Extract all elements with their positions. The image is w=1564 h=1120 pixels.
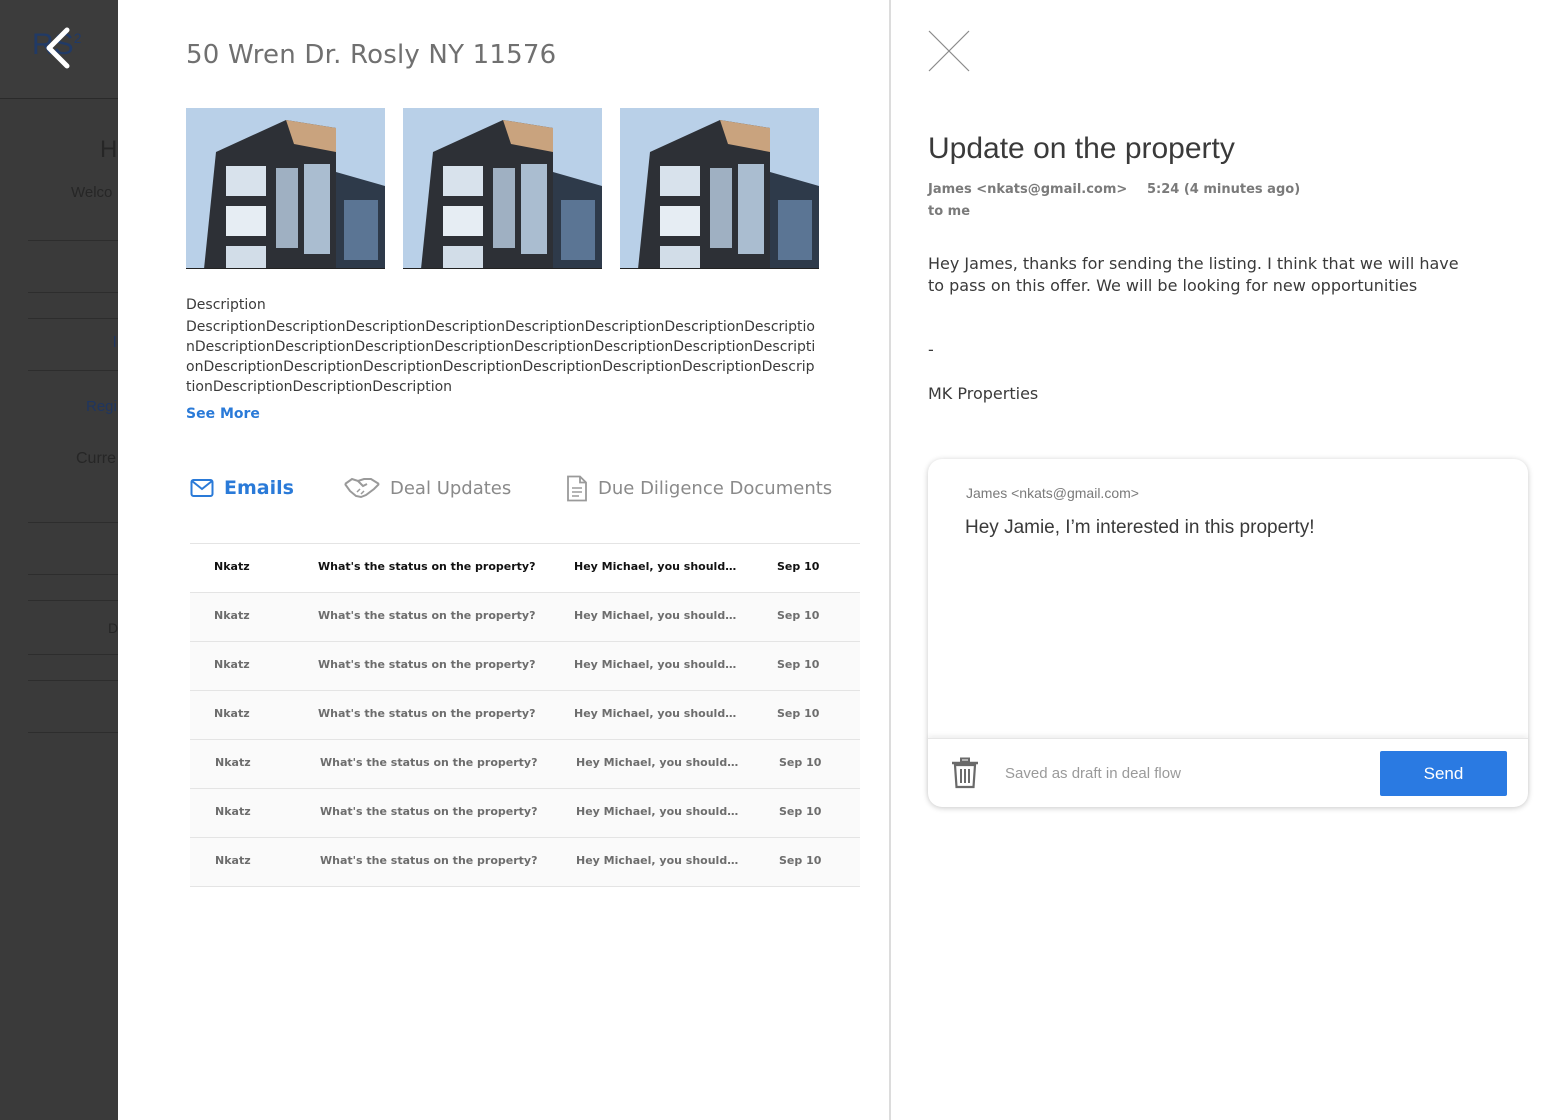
property-address: 50 Wren Dr. Rosly NY 11576: [186, 40, 557, 70]
tab-deal-updates-label: Deal Updates: [390, 477, 512, 499]
property-panel: 50 Wren Dr. Rosly NY 11576 Description D…: [118, 0, 890, 1120]
tab-emails[interactable]: Emails: [190, 472, 294, 504]
email-date: Sep 10: [779, 756, 822, 769]
email-detail-time: 5:24 (4 minutes ago): [1147, 182, 1301, 197]
email-list: Nkatz What's the status on the property?…: [190, 543, 860, 887]
email-from: Nkatz: [214, 609, 250, 622]
email-date: Sep 10: [779, 805, 822, 818]
tab-emails-label: Emails: [224, 477, 294, 499]
reply-footer: Saved as draft in deal flow Send: [928, 738, 1528, 807]
email-from: Nkatz: [215, 854, 251, 867]
email-subject: What's the status on the property?: [318, 707, 536, 720]
email-detail-subject: Update on the property: [928, 132, 1235, 165]
trash-icon[interactable]: [950, 757, 980, 789]
property-photo[interactable]: [620, 108, 819, 269]
document-icon: [567, 475, 587, 501]
email-date: Sep 10: [777, 560, 820, 573]
reply-from: James <nkats@gmail.com>: [966, 485, 1139, 501]
email-detail-separator: -: [928, 340, 934, 359]
background-text: Welco: [71, 184, 113, 201]
building-photo-icon: [186, 108, 385, 269]
building-photo-icon: [620, 108, 819, 269]
handshake-icon: [344, 477, 380, 499]
email-preview: Hey Michael, you should…: [574, 658, 737, 671]
tab-due-diligence[interactable]: Due Diligence Documents: [566, 472, 832, 504]
email-subject: What's the status on the property?: [318, 609, 536, 622]
background-text: Regi: [86, 398, 117, 415]
see-more-link[interactable]: See More: [186, 406, 260, 422]
email-preview: Hey Michael, you should…: [576, 805, 739, 818]
close-icon[interactable]: [928, 30, 970, 72]
email-subject: What's the status on the property?: [320, 854, 538, 867]
description-text: DescriptionDescriptionDescriptionDescrip…: [186, 319, 816, 395]
reply-composer: James <nkats@gmail.com> Hey Jamie, I’m i…: [928, 459, 1528, 807]
email-preview: Hey Michael, you should…: [576, 756, 739, 769]
email-from: Nkatz: [215, 756, 251, 769]
background-text: Curre: [76, 450, 117, 467]
email-row[interactable]: Nkatz What's the status on the property?…: [190, 789, 860, 838]
email-date: Sep 10: [779, 854, 822, 867]
back-arrow-icon[interactable]: [40, 26, 80, 70]
send-button[interactable]: Send: [1380, 751, 1507, 796]
description-label: Description: [186, 297, 266, 313]
email-detail-signature: MK Properties: [928, 384, 1039, 403]
email-date: Sep 10: [777, 609, 820, 622]
email-row[interactable]: Nkatz What's the status on the property?…: [190, 593, 860, 642]
email-row[interactable]: Nkatz What's the status on the property?…: [190, 740, 860, 789]
email-detail-sender: James <nkats@gmail.com>: [928, 182, 1128, 197]
building-photo-icon: [403, 108, 602, 269]
property-photo[interactable]: [403, 108, 602, 269]
email-subject: What's the status on the property?: [318, 560, 536, 573]
email-date: Sep 10: [777, 658, 820, 671]
background-text: l: [113, 334, 117, 351]
tab-due-diligence-label: Due Diligence Documents: [598, 477, 833, 499]
email-preview: Hey Michael, you should…: [576, 854, 739, 867]
email-date: Sep 10: [777, 707, 820, 720]
email-row[interactable]: Nkatz What's the status on the property?…: [190, 544, 860, 593]
email-subject: What's the status on the property?: [318, 658, 536, 671]
email-from: Nkatz: [215, 805, 251, 818]
email-subject: What's the status on the property?: [320, 756, 538, 769]
email-detail-body: Hey James, thanks for sending the listin…: [928, 254, 1459, 295]
email-row[interactable]: Nkatz What's the status on the property?…: [190, 642, 860, 691]
email-detail-recipient: to me: [928, 204, 971, 219]
tab-deal-updates[interactable]: Deal Updates: [344, 472, 511, 504]
email-from: Nkatz: [214, 658, 250, 671]
email-subject: What's the status on the property?: [320, 805, 538, 818]
draft-status: Saved as draft in deal flow: [1005, 765, 1181, 782]
email-row[interactable]: Nkatz What's the status on the property?…: [190, 838, 860, 887]
email-from: Nkatz: [214, 560, 250, 573]
background-text: D: [108, 620, 119, 636]
email-from: Nkatz: [214, 707, 250, 720]
background-text: H: [100, 136, 118, 163]
property-photo[interactable]: [186, 108, 385, 269]
email-row[interactable]: Nkatz What's the status on the property?…: [190, 691, 860, 740]
reply-textarea[interactable]: Hey Jamie, I’m interested in this proper…: [965, 517, 1485, 539]
email-detail-panel: Update on the property James <nkats@gmai…: [891, 0, 1564, 1120]
email-preview: Hey Michael, you should…: [574, 560, 737, 573]
email-preview: Hey Michael, you should…: [574, 707, 737, 720]
email-preview: Hey Michael, you should…: [574, 609, 737, 622]
envelope-icon: [190, 479, 214, 497]
